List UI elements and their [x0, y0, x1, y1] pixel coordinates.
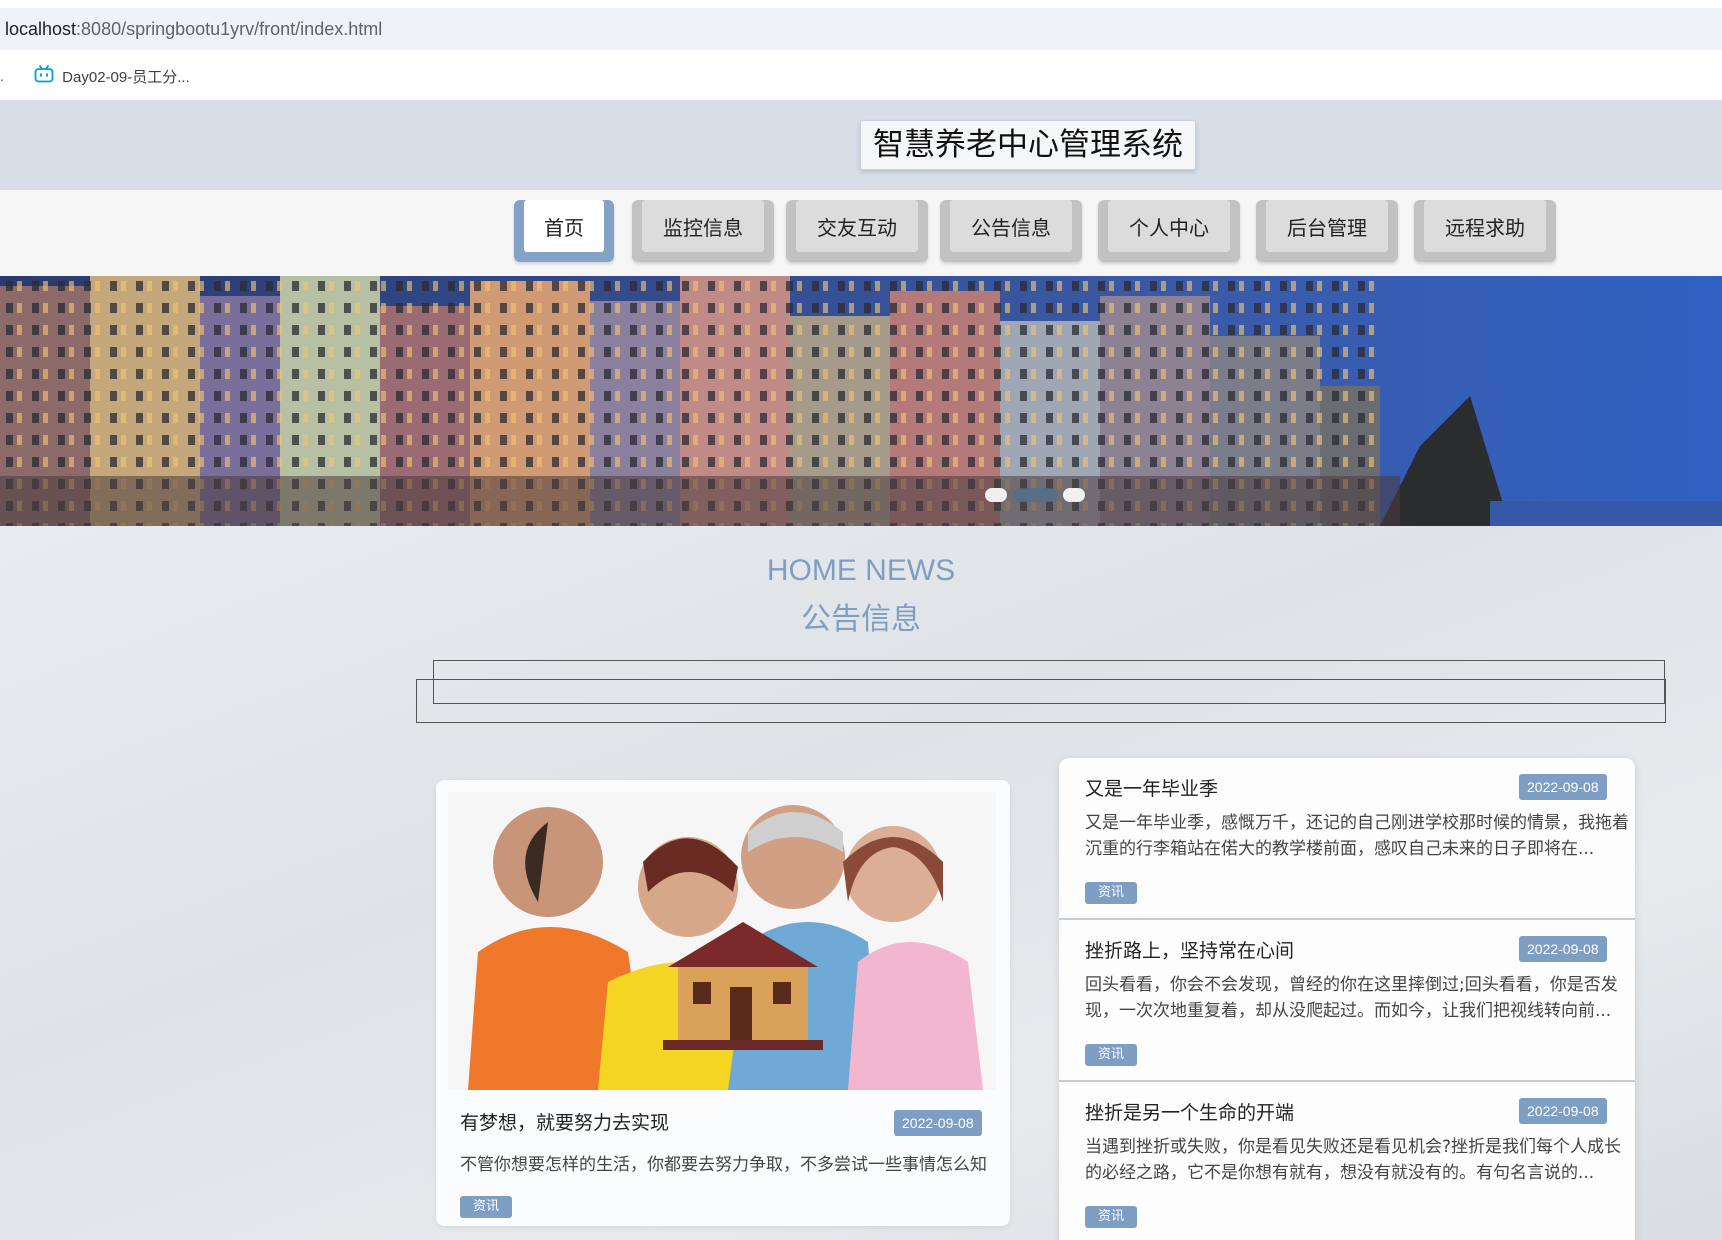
- category-tag[interactable]: 资讯: [1085, 882, 1138, 904]
- main-nav: 首页 监控信息 交友互动 公告信息 个人中心 后台管理 远程求助: [0, 190, 1722, 276]
- list-item[interactable]: 挫折是另一个生命的开端 2022-09-08 当遇到挫折或失败，你是看见失败还是…: [1059, 1082, 1635, 1240]
- carousel-dots: [985, 488, 1085, 502]
- news-desc: 当遇到挫折或失败，你是看见失败还是看见机会?挫折是我们每个人成长的必经之路，它不…: [1085, 1137, 1622, 1183]
- carousel-dot-active[interactable]: [1013, 488, 1057, 502]
- nav-label: 远程求助: [1424, 200, 1546, 252]
- nav-item-remote-help[interactable]: 远程求助: [1414, 200, 1556, 262]
- bookmark-item[interactable]: Day02-09-员工分...: [34, 65, 190, 87]
- list-item[interactable]: 又是一年毕业季 2022-09-08 又是一年毕业季，感慨万千，还记的自己刚进学…: [1059, 758, 1635, 920]
- section-title-en: HOME NEWS: [766, 554, 956, 587]
- nav-item-monitoring[interactable]: 监控信息: [632, 200, 774, 262]
- date-badge: 2022-09-08: [1519, 936, 1607, 962]
- featured-news-title[interactable]: 有梦想，就要努力去实现: [460, 1108, 669, 1135]
- browser-url-bar: localhost:8080/springbootu1yrv/front/ind…: [0, 0, 1722, 52]
- nav-item-admin[interactable]: 后台管理: [1256, 200, 1398, 262]
- bookmarks-bar: . Day02-09-员工分...: [0, 52, 1722, 100]
- nav-label: 首页: [524, 200, 604, 252]
- nav-label: 个人中心: [1108, 200, 1230, 252]
- category-tag[interactable]: 资讯: [1085, 1206, 1138, 1228]
- nav-item-home[interactable]: 首页: [514, 200, 614, 262]
- url-path: :8080/springbootu1yrv/front/index.html: [76, 18, 383, 39]
- news-list: 又是一年毕业季 2022-09-08 又是一年毕业季，感慨万千，还记的自己刚进学…: [1059, 758, 1635, 1240]
- carousel-dot[interactable]: [985, 488, 1007, 502]
- empty-frame: [416, 679, 1666, 723]
- news-title[interactable]: 挫折是另一个生命的开端: [1085, 1098, 1294, 1125]
- home-news-section: HOME NEWS 公告信息 有梦想，就要努力去实现 2022-09-08 不管…: [0, 526, 1722, 1240]
- section-title-zh: 公告信息: [801, 602, 921, 637]
- featured-news-card[interactable]: 有梦想，就要努力去实现 2022-09-08 不管你想要怎样的生活，你都要去努力…: [436, 780, 1010, 1226]
- news-title[interactable]: 挫折路上，坚持常在心间: [1085, 936, 1294, 963]
- category-tag[interactable]: 资讯: [1085, 1044, 1138, 1066]
- date-badge: 2022-09-08: [894, 1110, 982, 1136]
- address-field[interactable]: localhost:8080/springbootu1yrv/front/ind…: [0, 8, 1722, 50]
- carousel-dot[interactable]: [1063, 488, 1085, 502]
- date-badge: 2022-09-08: [1519, 1098, 1607, 1124]
- nav-label: 交友互动: [796, 200, 918, 252]
- date-badge: 2022-09-08: [1519, 774, 1607, 800]
- nav-item-social[interactable]: 交友互动: [786, 200, 928, 262]
- bookmark-label: Day02-09-员工分...: [62, 68, 190, 86]
- banner-carousel[interactable]: [0, 276, 1722, 526]
- nav-item-profile[interactable]: 个人中心: [1098, 200, 1240, 262]
- site-title: 智慧养老中心管理系统: [860, 120, 1196, 170]
- nav-item-announcements[interactable]: 公告信息: [940, 200, 1082, 262]
- news-desc: 回头看看，你会不会发现，曾经的你在这里摔倒过;回头看看，你是否发现，一次次地重复…: [1085, 975, 1618, 1021]
- bilibili-tv-icon: [34, 65, 54, 87]
- url-host: localhost: [5, 18, 77, 39]
- news-title[interactable]: 又是一年毕业季: [1085, 774, 1218, 801]
- bookmark-overflow[interactable]: .: [0, 68, 4, 85]
- nav-label: 后台管理: [1266, 200, 1388, 252]
- featured-news-image: [448, 792, 996, 1090]
- featured-news-desc: 不管你想要怎样的生活，你都要去努力争取，不多尝试一些事情怎么知: [460, 1155, 987, 1175]
- nav-label: 监控信息: [642, 200, 764, 252]
- banner-image: [0, 276, 1722, 526]
- list-item[interactable]: 挫折路上，坚持常在心间 2022-09-08 回头看看，你会不会发现，曾经的你在…: [1059, 920, 1635, 1082]
- site-header: 智慧养老中心管理系统: [0, 100, 1722, 190]
- nav-label: 公告信息: [950, 200, 1072, 252]
- category-tag[interactable]: 资讯: [460, 1196, 513, 1218]
- news-desc: 又是一年毕业季，感慨万千，还记的自己刚进学校那时候的情景，我拖着沉重的行李箱站在…: [1085, 813, 1629, 859]
